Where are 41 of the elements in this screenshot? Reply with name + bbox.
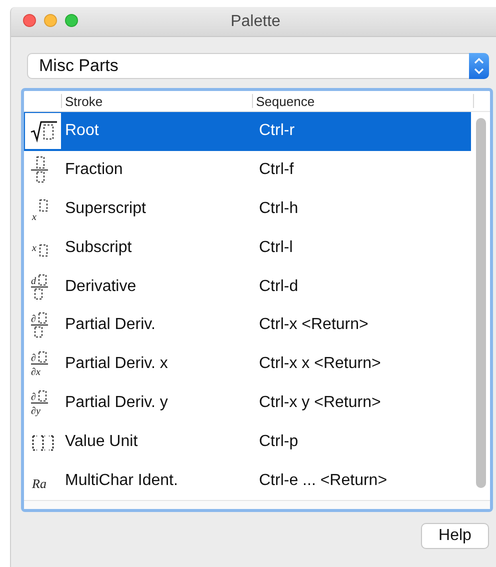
column-header[interactable]: Stroke bbox=[61, 94, 252, 108]
stroke-cell-text: Value Unit bbox=[64, 432, 139, 451]
stroke-cell-text: Superscript bbox=[64, 200, 147, 218]
sequence-cell-text: Ctrl-x x <Return> bbox=[258, 355, 381, 374]
stroke-cell-text: Root bbox=[64, 122, 100, 140]
sequence-cell-text: Ctrl-f bbox=[258, 161, 294, 180]
stroke-cell-text: Partial Deriv. bbox=[64, 316, 156, 334]
table-row[interactable]: d Derivative Ctrl-d bbox=[24, 267, 471, 306]
table-row[interactable]: Value Unit Ctrl-p bbox=[24, 422, 471, 462]
table-row[interactable]: ∂ ∂x Partial Deriv. x Ctrl-x x <Return> bbox=[24, 344, 471, 384]
table-row[interactable]: x Superscript Ctrl-h bbox=[24, 190, 471, 228]
stroke-cell-text: Partial Deriv. x bbox=[64, 355, 169, 374]
table-row[interactable]: x Subscript Ctrl-l bbox=[24, 228, 471, 268]
table-row[interactable]: Fraction Ctrl-f bbox=[24, 150, 471, 190]
window-title: Palette bbox=[230, 12, 280, 30]
sequence-cell-text: Ctrl-x <Return> bbox=[258, 316, 368, 334]
stepper-icon bbox=[469, 53, 489, 79]
stroke-cell-text: Derivative bbox=[64, 278, 138, 296]
table-row[interactable]: Root Ctrl-r bbox=[24, 112, 471, 151]
sequence-cell-text: Ctrl-l bbox=[258, 238, 293, 257]
scrollbar-thumb[interactable] bbox=[476, 118, 486, 488]
sequence-cell-text: Ctrl-p bbox=[258, 432, 298, 451]
help-button[interactable]: Help bbox=[421, 523, 489, 549]
stroke-cell-text: Subscript bbox=[64, 238, 133, 257]
stroke-cell-text: Fraction bbox=[64, 161, 124, 180]
sequence-cell-text: Ctrl-d bbox=[258, 278, 298, 296]
sequence-cell-text: Ctrl-e ... <Return> bbox=[258, 472, 388, 490]
column-header[interactable]: Sequence bbox=[252, 94, 473, 108]
minimize-button[interactable] bbox=[44, 14, 57, 27]
stroke-cell-text: MultiChar Ident. bbox=[64, 472, 179, 490]
table-row[interactable]: ∂ ∂y Partial Deriv. y Ctrl-x y <Return> bbox=[24, 384, 471, 422]
table-row[interactable]: ∂ Partial Deriv. Ctrl-x <Return> bbox=[24, 306, 471, 345]
close-button[interactable] bbox=[23, 14, 36, 27]
sequence-cell-text: Ctrl-r bbox=[258, 122, 295, 140]
sequence-cell-text: Ctrl-h bbox=[258, 200, 298, 218]
italic-text-icon: Ra bbox=[29, 466, 57, 496]
stroke-cell-text: Partial Deriv. y bbox=[64, 394, 169, 412]
table-row[interactable]: Ra MultiChar Ident. Ctrl-e ... <Return> bbox=[24, 461, 471, 500]
category-dropdown[interactable]: Misc Parts bbox=[27, 53, 489, 79]
zoom-button[interactable] bbox=[65, 14, 78, 27]
sequence-cell-text: Ctrl-x y <Return> bbox=[258, 394, 381, 412]
